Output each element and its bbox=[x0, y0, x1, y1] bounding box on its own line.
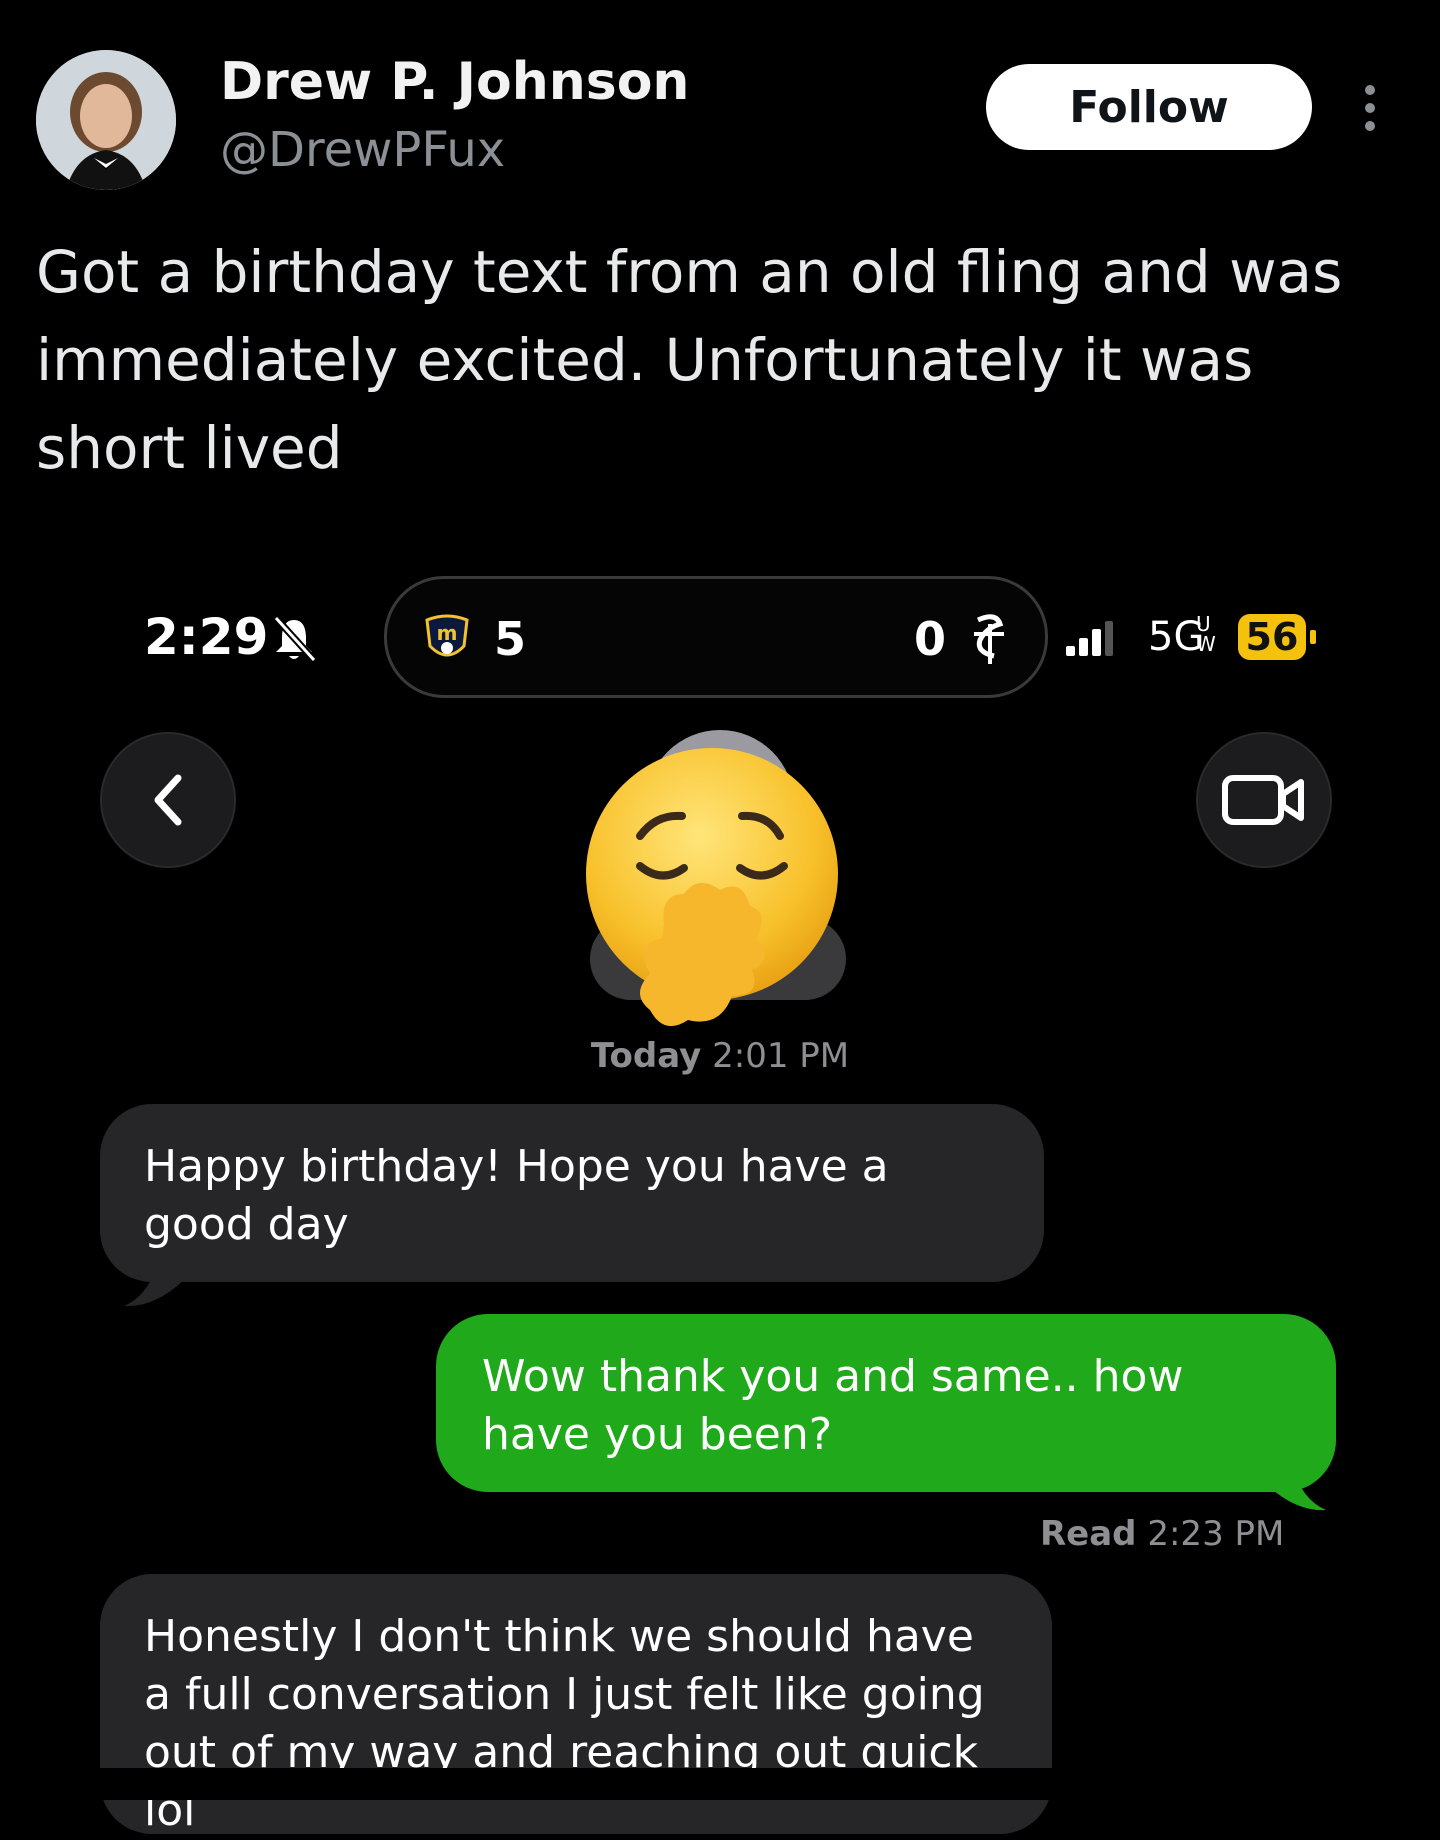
video-call-button[interactable] bbox=[1196, 732, 1332, 868]
author-handle[interactable]: @DrewPFux bbox=[220, 122, 505, 178]
video-call-icon bbox=[1222, 775, 1304, 825]
tweet-text: Got a birthday text from an old fling an… bbox=[36, 238, 1343, 482]
avatar[interactable] bbox=[36, 50, 176, 190]
read-time: 2:23 PM bbox=[1147, 1514, 1285, 1554]
battery-cap bbox=[1310, 630, 1316, 644]
read-receipt: Read 2:23 PM bbox=[1040, 1514, 1284, 1554]
home-score: 5 bbox=[494, 612, 527, 666]
back-chevron-icon bbox=[154, 774, 182, 826]
screenshot-crop-edge bbox=[0, 1768, 1440, 1800]
network-suffix-bottom: W bbox=[1196, 632, 1216, 656]
message-text: Wow thank you and same.. how have you be… bbox=[482, 1351, 1184, 1460]
battery-indicator: 56 bbox=[1238, 614, 1306, 660]
mute-icon bbox=[270, 614, 318, 664]
read-label: Read bbox=[1040, 1514, 1137, 1554]
svg-text:m: m bbox=[437, 621, 458, 645]
timestamp-day: Today bbox=[590, 1036, 702, 1076]
follow-button[interactable]: Follow bbox=[986, 64, 1312, 150]
incoming-bubble-tail bbox=[124, 1262, 184, 1307]
away-score: 0 bbox=[914, 612, 947, 666]
more-icon[interactable] bbox=[1352, 82, 1388, 134]
message-text: Honestly I don't think we should have a … bbox=[144, 1611, 985, 1836]
brewers-logo: m bbox=[422, 612, 472, 664]
status-clock: 2:29 bbox=[144, 608, 269, 666]
conversation-timestamp: Today 2:01 PM bbox=[0, 1036, 1440, 1076]
message-text: Happy birthday! Hope you have a good day bbox=[144, 1141, 889, 1250]
author-name[interactable]: Drew P. Johnson bbox=[220, 52, 689, 112]
network-suffix: U W bbox=[1196, 614, 1216, 654]
outgoing-bubble-tail bbox=[1266, 1466, 1326, 1511]
cardinals-logo bbox=[966, 610, 1012, 666]
incoming-message-bubble[interactable]: Happy birthday! Hope you have a good day bbox=[100, 1104, 1044, 1282]
pensive-face-emoji-sticker bbox=[580, 744, 840, 1044]
back-button[interactable] bbox=[100, 732, 236, 868]
network-suffix-top: U bbox=[1196, 612, 1211, 636]
live-activity-scoreboard[interactable] bbox=[384, 576, 1048, 698]
timestamp-time: 2:01 PM bbox=[712, 1036, 850, 1076]
signal-icon bbox=[1064, 620, 1114, 658]
outgoing-message-bubble[interactable]: Wow thank you and same.. how have you be… bbox=[436, 1314, 1336, 1492]
